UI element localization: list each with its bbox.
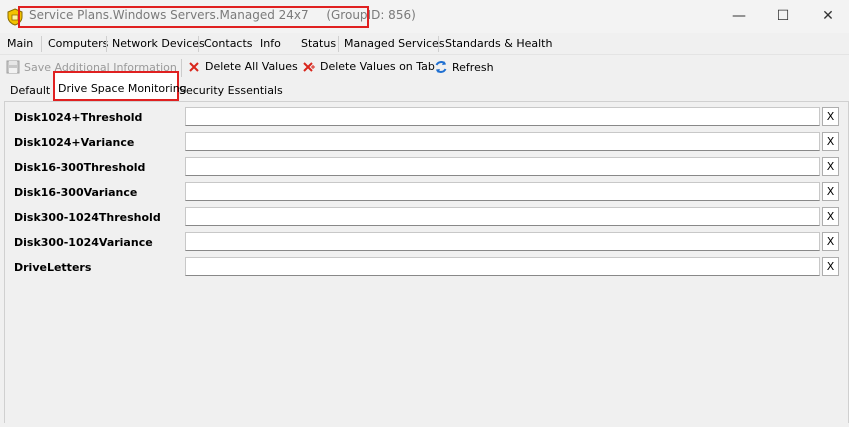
field-value-input[interactable] — [185, 107, 820, 126]
field-row: Disk16-300Variance X — [5, 179, 850, 204]
tab-divider — [438, 36, 439, 52]
maximize-button[interactable]: ☐ — [760, 0, 806, 32]
refresh-button[interactable]: Refresh — [434, 60, 494, 74]
clear-field-button[interactable]: X — [822, 207, 839, 226]
tab-info[interactable]: Info — [260, 37, 281, 50]
clear-field-button[interactable]: X — [822, 232, 839, 251]
minimize-icon: — — [732, 8, 746, 24]
field-row: Disk1024+Variance X — [5, 129, 850, 154]
clear-field-button[interactable]: X — [822, 257, 839, 276]
clear-field-button[interactable]: X — [822, 182, 839, 201]
maximize-icon: ☐ — [776, 8, 790, 24]
tab-managed-services[interactable]: Managed Services — [344, 37, 445, 50]
window-edge — [849, 0, 853, 427]
fields-panel: Disk1024+Threshold X Disk1024+Variance X… — [4, 101, 849, 423]
field-value-input[interactable] — [185, 257, 820, 276]
tab-status[interactable]: Status — [301, 37, 336, 50]
field-value-input[interactable] — [185, 207, 820, 226]
field-label: Disk300-1024Threshold — [14, 211, 161, 224]
field-label: Disk1024+Threshold — [14, 111, 143, 124]
tab-divider — [338, 36, 339, 52]
field-row: Disk300-1024Variance X — [5, 229, 850, 254]
main-tab-bar: Main Computers Network Devices Contacts … — [0, 33, 853, 85]
refresh-icon — [435, 61, 447, 73]
delete-tab-label: Delete Values on Tab — [320, 60, 435, 73]
field-label: DriveLetters — [14, 261, 92, 274]
tab-main[interactable]: Main — [7, 37, 33, 50]
minimize-button[interactable]: — — [716, 0, 762, 32]
refresh-label: Refresh — [452, 60, 494, 74]
subtab-drive-space-monitoring[interactable]: Drive Space Monitoring — [53, 71, 187, 101]
clear-field-button[interactable]: X — [822, 107, 839, 126]
subtab-drive-space-monitoring-label: Drive Space Monitoring — [58, 82, 187, 95]
tab-network-devices[interactable]: Network Devices — [112, 37, 205, 50]
close-icon: ✕ — [822, 8, 834, 24]
field-row: Disk300-1024Threshold X — [5, 204, 850, 229]
clear-field-button[interactable]: X — [822, 157, 839, 176]
tab-computers[interactable]: Computers — [48, 37, 108, 50]
field-label: Disk300-1024Variance — [14, 236, 153, 249]
delete-all-button[interactable]: Delete All Values — [188, 60, 298, 73]
tab-divider — [106, 36, 107, 52]
tab-divider — [41, 36, 42, 52]
field-value-input[interactable] — [185, 157, 820, 176]
field-row: DriveLetters X — [5, 254, 850, 279]
subtab-security-essentials[interactable]: Security Essentials — [179, 84, 283, 97]
subtab-default[interactable]: Default — [10, 84, 50, 97]
delete-all-label: Delete All Values — [205, 60, 298, 73]
tab-divider — [198, 36, 199, 52]
field-row: Disk1024+Threshold X — [5, 104, 850, 129]
field-value-input[interactable] — [185, 132, 820, 151]
delete-tab-icon — [303, 61, 315, 72]
field-value-input[interactable] — [185, 232, 820, 251]
tab-standards-health[interactable]: Standards & Health — [445, 37, 552, 50]
field-label: Disk16-300Variance — [14, 186, 138, 199]
main-window: Service Plans.Windows Servers.Managed 24… — [0, 0, 853, 427]
toolbar-divider — [181, 59, 182, 77]
close-button[interactable]: ✕ — [805, 0, 851, 32]
save-icon — [6, 60, 20, 74]
field-row: Disk16-300Threshold X — [5, 154, 850, 179]
clear-field-button[interactable]: X — [822, 132, 839, 151]
delete-tab-values-button[interactable]: Delete Values on Tab — [302, 60, 435, 73]
title-bar[interactable]: Service Plans.Windows Servers.Managed 24… — [0, 0, 853, 33]
field-value-input[interactable] — [185, 182, 820, 201]
field-label: Disk16-300Threshold — [14, 161, 146, 174]
delete-x-icon — [189, 61, 199, 72]
title-highlight-box — [18, 6, 369, 28]
tab-contacts[interactable]: Contacts — [204, 37, 253, 50]
field-label: Disk1024+Variance — [14, 136, 135, 149]
